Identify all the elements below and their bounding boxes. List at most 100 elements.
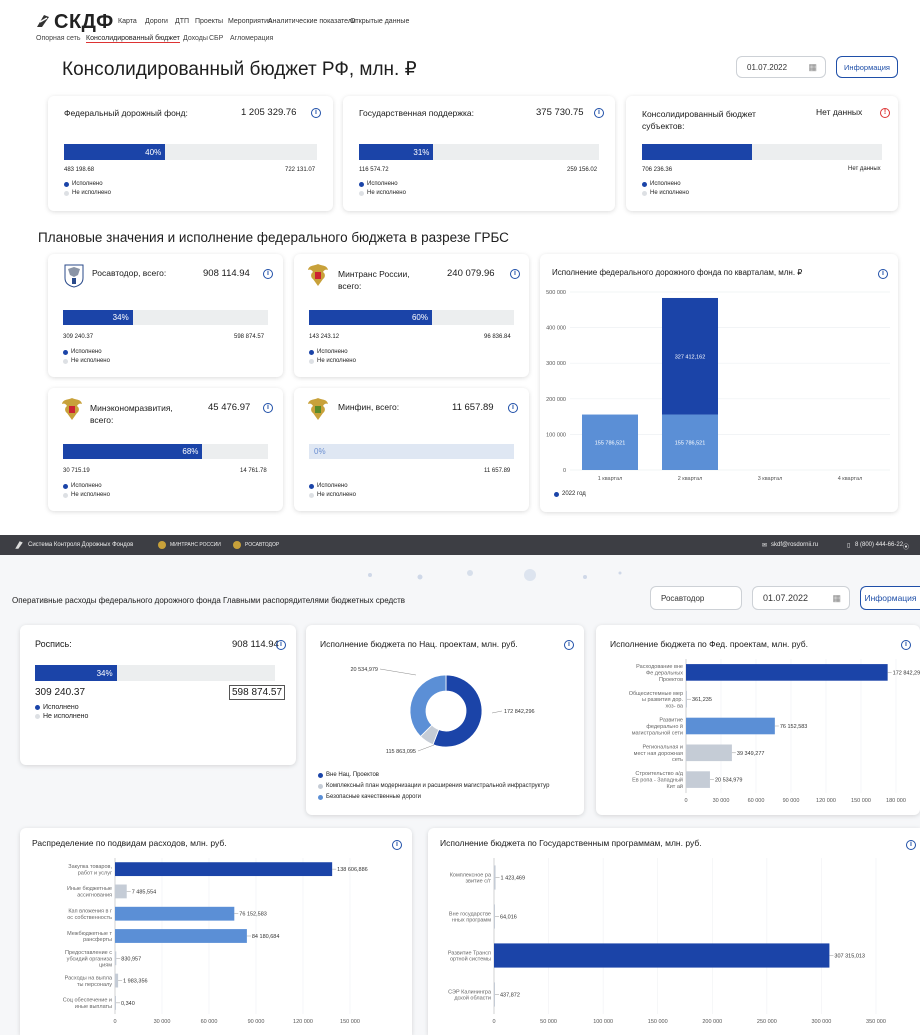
info-icon[interactable]: i: [263, 269, 273, 279]
rosavtodor-emblem-icon: [64, 264, 84, 288]
card-title: Федеральный дорожный фонд:: [64, 108, 188, 118]
donut-legend-item: Комплексный план модернизации и расширен…: [318, 783, 549, 789]
coat-of-arms-icon: [233, 541, 241, 549]
grbs-card-mineconomy: Минэкономразвития, всего: 45 476.97 i 68…: [48, 388, 283, 511]
data-label: 76 152,583: [239, 912, 267, 918]
category-label: рансферты: [83, 937, 112, 943]
y-tick-label: 200 000: [546, 397, 566, 403]
info-button[interactable]: Информация: [836, 56, 898, 78]
info-icon[interactable]: i: [510, 269, 520, 279]
x-tick-label: 30 000: [713, 798, 730, 804]
progress-track: [642, 144, 882, 160]
tab-agglomeration[interactable]: Агломерация: [230, 35, 273, 42]
info-icon[interactable]: i: [564, 640, 574, 650]
help-icon[interactable]: ⦿: [903, 542, 909, 551]
info-icon[interactable]: i: [906, 840, 916, 850]
data-label: 64,016: [500, 915, 517, 921]
category-label: дской области: [454, 995, 491, 1002]
category-label: Проектов: [659, 677, 683, 683]
bar: [494, 865, 496, 890]
tab-sbr[interactable]: СБР: [209, 35, 223, 42]
quarter-bar-chart: 0 100 000 200 000 300 000 400 000 500 000 1 кв…: [546, 290, 890, 482]
info-icon[interactable]: i: [311, 108, 321, 118]
progress-track: 60%: [309, 310, 514, 325]
info-icon[interactable]: !: [880, 108, 890, 118]
category-label: ос собственность: [67, 915, 112, 921]
info-icon[interactable]: i: [594, 108, 604, 118]
category-label: циям: [99, 963, 112, 969]
data-label: 361,235: [692, 697, 712, 703]
progress-fill: 60%: [309, 310, 432, 325]
email-link[interactable]: skdf@rosdornii.ru: [771, 542, 818, 548]
data-label: 0,340: [121, 1001, 135, 1007]
category-label: Ев ропа - Западный: [632, 777, 683, 784]
legend-notdone: Не исполнено: [642, 190, 689, 196]
date-input[interactable]: 01.07.2022 ▦: [752, 586, 850, 610]
app-logo[interactable]: СКДФ: [54, 11, 114, 34]
category-label: Комплексное ра: [450, 872, 492, 878]
category-label: Кит ай: [667, 783, 683, 790]
progress-label: 31%: [413, 147, 430, 157]
tab-income[interactable]: Доходы: [183, 35, 208, 42]
card-value: Нет данных: [816, 107, 863, 117]
summary-card-state-support: Государственная поддержка: 375 730.75 i …: [343, 96, 615, 211]
info-icon[interactable]: i: [901, 640, 911, 650]
quarter-chart-card: Исполнение федерального дорожного фонда …: [540, 254, 898, 512]
info-icon[interactable]: i: [263, 403, 273, 413]
expense-types-card: Распределение по подвидам расходов, млн.…: [20, 828, 412, 1035]
x-tick-label: 250 000: [757, 1019, 777, 1025]
section-title: Плановые значения и исполнение федеральн…: [38, 230, 509, 245]
nav-dtp[interactable]: ДТП: [175, 18, 189, 25]
nav-opendata[interactable]: Открытые данные: [350, 18, 409, 25]
phone-number: 8 (800) 444-66-22: [855, 542, 904, 548]
info-icon[interactable]: i: [392, 840, 402, 850]
label-leader: [417, 744, 435, 752]
info-icon[interactable]: i: [508, 403, 518, 413]
bar: [115, 995, 116, 1010]
nav-analytics[interactable]: Аналитические показатели: [268, 18, 356, 25]
x-tick-label: 120 000: [293, 1019, 313, 1025]
label-leader: [379, 668, 417, 676]
tab-consolidated-budget[interactable]: Консолидированный бюджет: [86, 35, 180, 43]
info-button[interactable]: Информация: [860, 586, 920, 610]
y-tick-label: 100 000: [546, 432, 566, 438]
tab-support-network[interactable]: Опорная сеть: [36, 35, 81, 42]
remaining-amount: 14 761.78: [240, 468, 267, 474]
y-tick-label: 400 000: [546, 326, 566, 332]
remaining-amount: 598 874.57: [229, 685, 286, 700]
grbs-card-minfin: Минфин, всего: 11 657.89 i 0% 11 657.89 …: [294, 388, 529, 511]
progress-fill: [642, 144, 753, 160]
nav-projects[interactable]: Проекты: [195, 18, 223, 25]
nav-roads[interactable]: Дороги: [145, 18, 168, 25]
rospis-card: Роспись: 908 114.94 i 34% 309 240.37 598…: [20, 625, 296, 765]
done-amount: 483 198.68: [64, 167, 95, 173]
page-title: Консолидированный бюджет РФ, млн. ₽: [62, 59, 417, 80]
x-tick-label: 4 квартал: [838, 476, 863, 482]
card-value: 11 657.89: [452, 402, 494, 413]
category-label: иные выплаты: [75, 1004, 112, 1010]
x-tick-label: 120 000: [816, 798, 836, 804]
data-label: 155 786,521: [675, 440, 706, 446]
calendar-icon[interactable]: ▦: [832, 593, 841, 604]
category-label: Общесистемные мер: [629, 691, 683, 697]
info-icon[interactable]: i: [878, 269, 888, 279]
grbs-select[interactable]: Росавтодор: [650, 586, 742, 610]
calendar-icon[interactable]: ▦: [808, 62, 817, 73]
date-input[interactable]: 01.07.2022 ▦: [736, 56, 826, 78]
legend-notdone: Не исполнено: [63, 492, 110, 498]
state-programs-card: Исполнение бюджета по Государственным пр…: [428, 828, 920, 1035]
remaining-amount: 11 657.89: [484, 468, 511, 474]
category-label: Иные бюджетные: [67, 886, 112, 892]
done-amount: 309 240.37: [35, 687, 86, 698]
fed-projects-bar-chart: 0 30 000 60 000 90 000 120 000 150 000 180 000…: [629, 659, 920, 804]
category-label: Развитие Трансп: [448, 950, 491, 956]
donut-legend-item: Безопасные качественные дороги: [318, 794, 421, 800]
x-tick-label: 1 квартал: [598, 476, 623, 482]
nav-map[interactable]: Карта: [118, 18, 137, 25]
category-label: убсидий организа: [67, 955, 113, 962]
info-icon[interactable]: i: [276, 640, 286, 650]
category-label: Развитие: [659, 718, 683, 724]
category-label: Строительство а/д: [635, 771, 683, 777]
mail-icon[interactable]: ✉: [762, 542, 767, 549]
nav-events[interactable]: Мероприятия: [228, 18, 272, 25]
